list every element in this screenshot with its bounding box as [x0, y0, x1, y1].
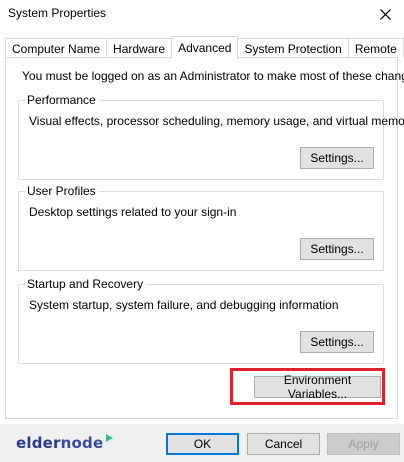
tab-label: Hardware: [113, 41, 166, 56]
startup-recovery-settings-button[interactable]: Settings...: [300, 331, 374, 353]
cancel-button[interactable]: Cancel: [247, 433, 320, 455]
eldernode-logo: elder node: [16, 434, 114, 452]
performance-settings-button[interactable]: Settings...: [300, 147, 374, 169]
apply-button[interactable]: Apply: [327, 433, 400, 455]
logo-arrow-icon: [106, 434, 114, 442]
user-profiles-settings-button[interactable]: Settings...: [300, 238, 374, 260]
user-profiles-group: User Profiles Desktop settings related t…: [18, 184, 384, 271]
advanced-tab-panel: You must be logged on as an Administrato…: [5, 57, 404, 419]
performance-group: Performance Visual effects, processor sc…: [18, 93, 404, 180]
tab-computer-name[interactable]: Computer Name: [5, 38, 108, 58]
highlight-box: [230, 368, 385, 405]
startup-recovery-description: System startup, system failure, and debu…: [29, 298, 339, 312]
startup-recovery-group: Startup and Recovery System startup, sys…: [18, 277, 384, 364]
ok-button[interactable]: OK: [166, 433, 239, 455]
tab-label: Computer Name: [12, 41, 101, 56]
admin-note: You must be logged on as an Administrato…: [22, 69, 404, 83]
logo-text-part1: elder: [16, 434, 61, 452]
tab-label: System Protection: [244, 41, 342, 56]
system-properties-window: System Properties Computer Name Hardware…: [0, 0, 404, 462]
user-profiles-description: Desktop settings related to your sign-in: [29, 205, 237, 219]
tab-hardware[interactable]: Hardware: [106, 38, 173, 58]
tab-system-protection[interactable]: System Protection: [237, 38, 349, 58]
tab-advanced[interactable]: Advanced: [171, 36, 239, 59]
startup-recovery-title: Startup and Recovery: [25, 277, 147, 291]
tab-label: Remote: [354, 41, 397, 56]
tab-remote[interactable]: Remote: [347, 38, 404, 58]
tab-label: Advanced: [178, 41, 232, 55]
tab-strip: Computer Name Hardware Advanced System P…: [5, 36, 404, 59]
logo-text-part2: node: [60, 434, 104, 452]
performance-description: Visual effects, processor scheduling, me…: [29, 114, 404, 128]
close-icon[interactable]: [374, 3, 396, 25]
performance-title: Performance: [25, 93, 99, 107]
title-bar: System Properties: [0, 0, 404, 30]
user-profiles-title: User Profiles: [25, 184, 99, 198]
window-title: System Properties: [8, 6, 107, 20]
